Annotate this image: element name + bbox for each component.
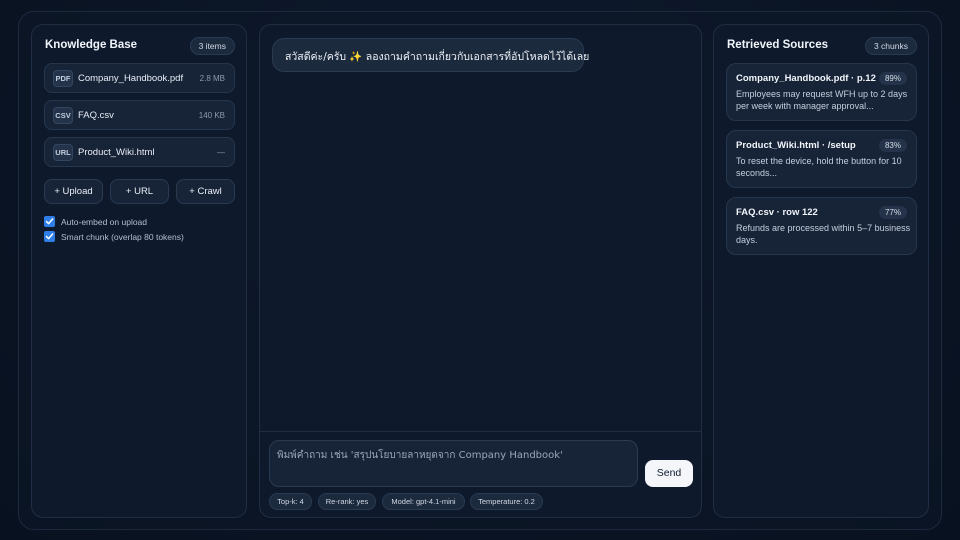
- file-item-product-wiki[interactable]: URL Product_Wiki.html —: [44, 137, 235, 167]
- source-card[interactable]: FAQ.csv · row 122 77% Refunds are proces…: [726, 197, 917, 255]
- composer-divider: [260, 431, 701, 432]
- source-title: FAQ.csv · row 122: [736, 207, 818, 218]
- file-size: —: [217, 148, 225, 157]
- url-file-icon: URL: [53, 144, 73, 161]
- file-size: 140 KB: [198, 111, 225, 120]
- retrieved-sources-title: Retrieved Sources: [727, 39, 828, 51]
- relevance-score-badge: 89%: [878, 72, 907, 85]
- file-name: Product_Wiki.html: [78, 147, 155, 158]
- knowledge-base-panel: Knowledge Base 3 items PDF Company_Handb…: [31, 24, 247, 518]
- source-snippet: Employees may request WFH up to 2 days p…: [736, 89, 908, 111]
- file-name: FAQ.csv: [78, 110, 114, 121]
- source-card[interactable]: Product_Wiki.html · /setup 83% To reset …: [726, 130, 917, 188]
- file-item-company-handbook[interactable]: PDF Company_Handbook.pdf 2.8 MB: [44, 63, 235, 93]
- relevance-score-badge: 83%: [878, 139, 907, 152]
- source-card[interactable]: Company_Handbook.pdf · p.12 89% Employee…: [726, 63, 917, 121]
- source-title: Company_Handbook.pdf · p.12: [736, 73, 876, 84]
- add-url-button[interactable]: + URL: [110, 179, 169, 204]
- source-snippet: Refunds are processed within 5–7 busines…: [736, 223, 911, 245]
- csv-file-icon: CSV: [53, 107, 73, 124]
- smart-chunk-label: Smart chunk (overlap 80 tokens): [61, 232, 184, 242]
- relevance-score-badge: 77%: [878, 206, 907, 219]
- source-snippet: To reset the device, hold the button for…: [736, 156, 902, 178]
- retrieved-sources-panel: Retrieved Sources 3 chunks Company_Handb…: [713, 24, 929, 518]
- rerank-setting-chip[interactable]: Re-rank: yes: [318, 493, 376, 510]
- crawl-button[interactable]: + Crawl: [176, 179, 235, 204]
- model-setting-chip[interactable]: Model: gpt-4.1-mini: [382, 493, 465, 510]
- pdf-file-icon: PDF: [53, 70, 73, 87]
- sources-count-badge: 3 chunks: [864, 37, 917, 55]
- source-title: Product_Wiki.html · /setup: [736, 140, 856, 151]
- file-size: 2.8 MB: [199, 74, 225, 83]
- file-name: Company_Handbook.pdf: [78, 73, 184, 84]
- assistant-greeting-message: สวัสดีค่ะ/ครับ ✨ ลองถามคำถามเกี่ยวกับเอก…: [272, 38, 589, 72]
- question-input[interactable]: [269, 440, 638, 487]
- temperature-setting-chip[interactable]: Temperature: 0.2: [470, 493, 543, 510]
- knowledge-base-title: Knowledge Base: [45, 39, 138, 51]
- upload-button[interactable]: + Upload: [44, 179, 103, 204]
- chat-panel: สวัสดีค่ะ/ครับ ✨ ลองถามคำถามเกี่ยวกับเอก…: [259, 24, 702, 518]
- auto-embed-checkbox[interactable]: [44, 216, 55, 227]
- auto-embed-label: Auto-embed on upload: [61, 217, 148, 227]
- send-button[interactable]: Send: [645, 460, 693, 487]
- knowledge-base-count-badge: 3 items: [189, 37, 235, 55]
- file-item-faq[interactable]: CSV FAQ.csv 140 KB: [44, 100, 235, 130]
- smart-chunk-checkbox[interactable]: [44, 231, 55, 242]
- topk-setting-chip[interactable]: Top-k: 4: [269, 493, 312, 510]
